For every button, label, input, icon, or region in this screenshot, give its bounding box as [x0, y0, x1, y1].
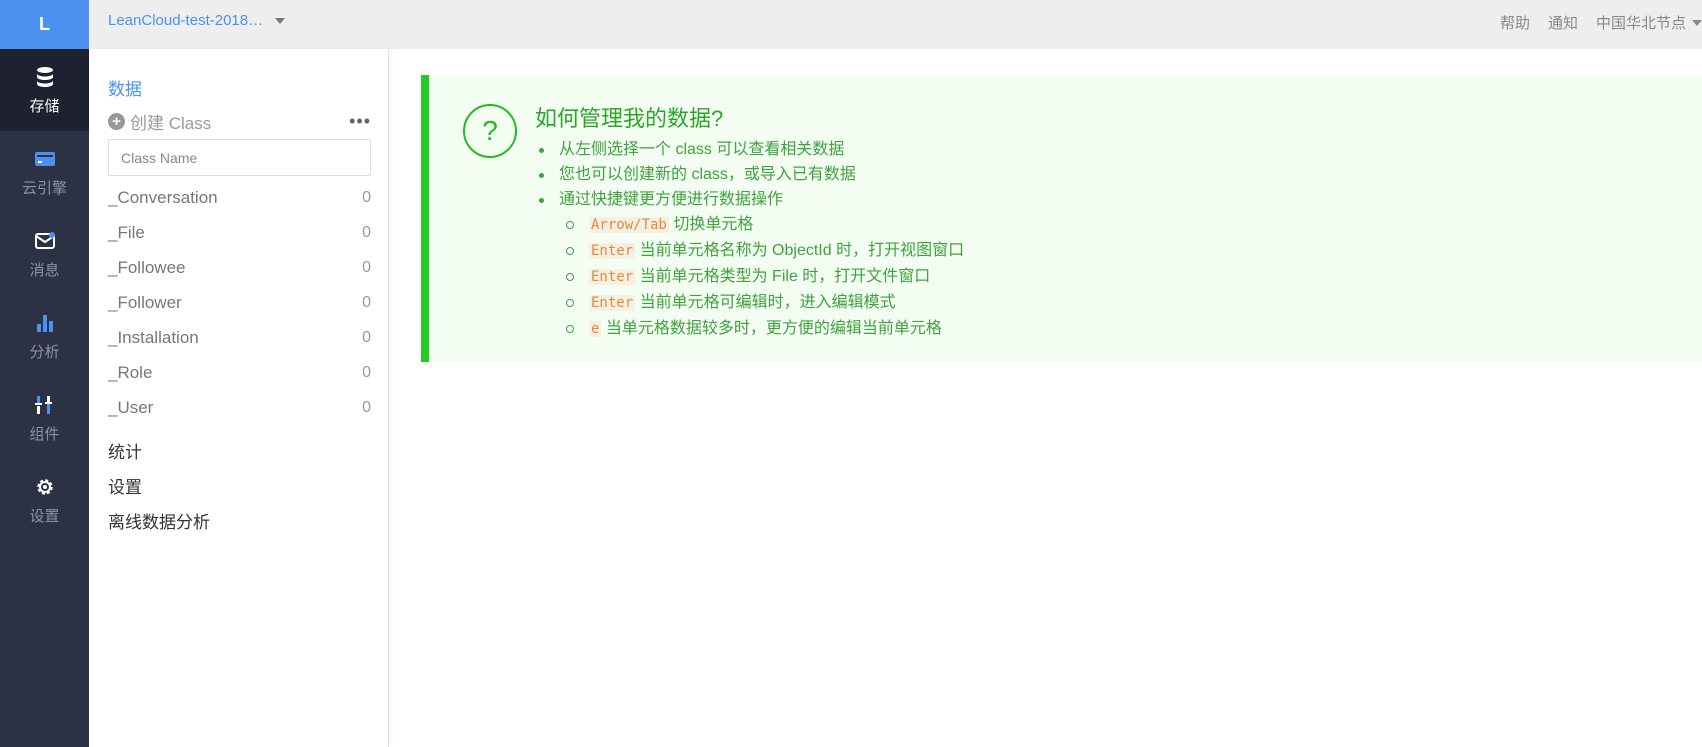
class-name: _Follower [108, 292, 182, 312]
message-icon [34, 231, 55, 249]
class-count: 0 [362, 223, 371, 241]
chevron-down-icon [275, 17, 286, 24]
shortcut-key: Enter [589, 243, 636, 259]
create-class-button[interactable]: 创建 Class [130, 109, 211, 134]
shortcut-key: Enter [589, 295, 636, 311]
class-name: _Role [108, 362, 153, 382]
help-list: 从左侧选择一个 class 可以查看相关数据 您也可以创建新的 class，或导… [535, 137, 964, 342]
nav-item-label: 设置 [29, 507, 60, 525]
class-item[interactable]: _Installation 0 [108, 320, 371, 355]
section-settings[interactable]: 设置 [108, 473, 142, 498]
class-count: 0 [362, 293, 371, 311]
shortcut-item: Enter 当前单元格类型为 File 时，打开文件窗口 [535, 264, 964, 290]
class-name: _Followee [108, 257, 186, 277]
nav-item-label: 存储 [29, 97, 60, 115]
class-name: _Installation [108, 327, 199, 347]
notify-link[interactable]: 通知 [1548, 12, 1578, 33]
chevron-down-icon [1692, 19, 1702, 26]
class-item[interactable]: _Role 0 [108, 355, 371, 390]
question-icon: ? [463, 104, 517, 158]
top-links: 帮助 通知 中国华北节点 [1482, 12, 1702, 33]
nav-item-label: 云引擎 [21, 179, 67, 197]
nav-item-storage[interactable]: 存储 [0, 49, 89, 131]
nav-item-settings[interactable]: 设置 [0, 459, 89, 541]
shortcut-key: e [589, 321, 602, 337]
nav-item-cloud-engine[interactable]: 云引擎 [0, 131, 89, 213]
app-name: LeanCloud-test-2018… [108, 12, 264, 29]
shortcut-item: Enter 当前单元格名称为 ObjectId 时，打开视图窗口 [535, 238, 964, 264]
shortcut-key: Enter [589, 269, 636, 285]
help-link[interactable]: 帮助 [1500, 12, 1530, 33]
shortcut-item: e 当单元格数据较多时，更方便的编辑当前单元格 [535, 316, 964, 342]
nav-item-components[interactable]: 组件 [0, 377, 89, 459]
shortcut-desc: 当前单元格可编辑时，进入编辑模式 [639, 294, 896, 311]
help-panel: ? 如何管理我的数据? 从左侧选择一个 class 可以查看相关数据 您也可以创… [421, 75, 1702, 362]
bar-chart-icon [36, 314, 53, 332]
help-bullet: 您也可以创建新的 class，或导入已有数据 [535, 162, 964, 187]
section-stats[interactable]: 统计 [108, 438, 142, 463]
shortcut-desc: 当单元格数据较多时，更方便的编辑当前单元格 [605, 320, 942, 337]
class-count: 0 [362, 188, 371, 206]
nav-item-analytics[interactable]: 分析 [0, 295, 89, 377]
app-switcher[interactable]: LeanCloud-test-2018… [108, 12, 286, 29]
class-name-filter-input[interactable] [108, 139, 371, 176]
class-name: _User [108, 397, 154, 417]
nav-item-messages[interactable]: 消息 [0, 213, 89, 295]
class-item[interactable]: _Conversation 0 [108, 180, 371, 215]
region-selector[interactable]: 中国华北节点 [1596, 12, 1702, 33]
class-count: 0 [362, 258, 371, 276]
shortcut-item: Enter 当前单元格可编辑时，进入编辑模式 [535, 290, 964, 316]
class-list: _Conversation 0 _File 0 _Followee 0 _Fol… [108, 180, 371, 425]
plus-icon[interactable]: + [108, 113, 125, 130]
class-item[interactable]: _Follower 0 [108, 285, 371, 320]
nav-item-label: 消息 [29, 261, 60, 279]
class-count: 0 [362, 398, 371, 416]
database-icon [36, 66, 53, 87]
help-bullet: 从左侧选择一个 class 可以查看相关数据 [535, 137, 964, 162]
more-icon[interactable]: ••• [349, 111, 371, 132]
server-icon [34, 151, 55, 166]
class-count: 0 [362, 328, 371, 346]
section-data[interactable]: 数据 [108, 75, 142, 100]
shortcut-key: Arrow/Tab [589, 217, 669, 233]
class-name: _File [108, 222, 145, 242]
section-offline-analysis[interactable]: 离线数据分析 [108, 508, 210, 533]
shortcut-desc: 当前单元格名称为 ObjectId 时，打开视图窗口 [639, 242, 965, 259]
shortcut-item: Arrow/Tab 切换单元格 [535, 212, 964, 238]
nav-item-label: 组件 [29, 425, 60, 443]
gear-icon [36, 478, 53, 495]
class-item[interactable]: _Followee 0 [108, 250, 371, 285]
components-icon [34, 395, 52, 414]
storage-sidebar: 数据 + 创建 Class ••• _Conversation 0 _File … [89, 49, 389, 747]
nav-item-label: 分析 [29, 343, 60, 361]
class-name: _Conversation [108, 187, 218, 207]
region-label: 中国华北节点 [1595, 15, 1686, 32]
class-item[interactable]: _File 0 [108, 215, 371, 250]
main-nav-rail: L 存储 云引擎 消息 分析 组件 设置 [0, 0, 89, 747]
class-item[interactable]: _User 0 [108, 390, 371, 425]
help-bullet: 通过快捷键更方便进行数据操作 [535, 187, 964, 212]
shortcut-desc: 当前单元格类型为 File 时，打开文件窗口 [639, 268, 931, 285]
help-title: 如何管理我的数据? [535, 106, 724, 131]
app-logo[interactable]: L [0, 0, 89, 49]
top-bar: LeanCloud-test-2018… 帮助 通知 中国华北节点 [89, 0, 1702, 49]
class-count: 0 [362, 363, 371, 381]
shortcut-desc: 切换单元格 [673, 216, 754, 233]
create-class-row: + 创建 Class ••• [108, 109, 371, 134]
